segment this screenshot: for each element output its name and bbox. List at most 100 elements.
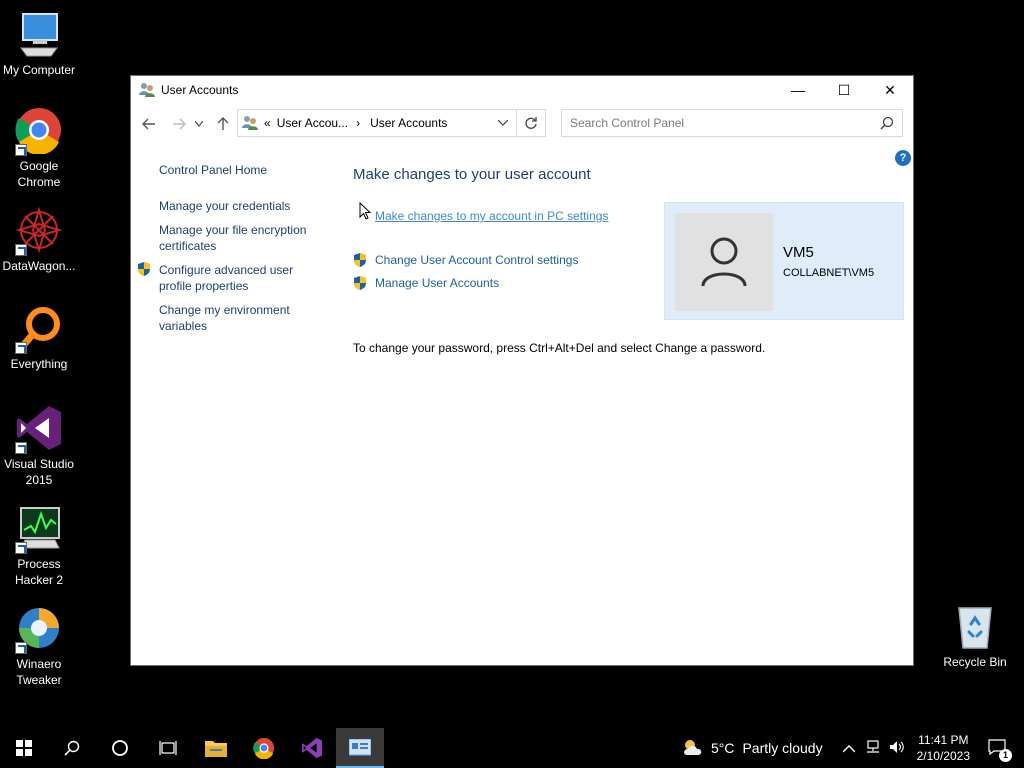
network-icon[interactable] (865, 739, 881, 757)
sidebar-link-environment-variables[interactable]: Change my environment variables (159, 302, 324, 334)
desktop-icon-visual-studio[interactable]: Visual Studio 2015 (0, 404, 78, 488)
window-title: User Accounts (161, 83, 239, 97)
user-account-tile[interactable]: VM5 COLLABNET\VM5 (664, 202, 904, 320)
visual-studio-icon (301, 737, 323, 759)
show-hidden-icons-button[interactable] (842, 740, 856, 756)
breadcrumb-user-accounts-parent[interactable]: User Accou... (277, 116, 348, 130)
maximize-button[interactable]: ☐ (821, 76, 867, 104)
sidebar-link-manage-credentials[interactable]: Manage your credentials (159, 198, 324, 214)
pc-settings-link[interactable]: Make changes to my account in PC setting… (375, 209, 608, 223)
arrow-left-icon (142, 118, 155, 130)
control-panel-icon (242, 114, 258, 133)
desktop-icon-everything[interactable]: Everything (0, 304, 78, 372)
taskbar-google-chrome[interactable] (240, 728, 288, 768)
cortana-button[interactable] (96, 728, 144, 768)
desktop-icon-label: DataWagon... (2, 259, 76, 273)
address-dropdown-button[interactable] (490, 118, 516, 129)
task-view-icon (159, 741, 177, 755)
close-button[interactable]: ✕ (867, 76, 913, 104)
desktop-icon-label: Google Chrome (17, 159, 61, 189)
shortcut-arrow-icon (15, 442, 27, 454)
datawagon-icon (15, 206, 63, 256)
weather-temperature[interactable]: 5°C (711, 740, 735, 756)
visual-studio-icon (15, 404, 63, 454)
desktop-icon-datawagon[interactable]: DataWagon... (0, 206, 78, 274)
recent-locations-button[interactable] (191, 112, 207, 136)
everything-search-icon (15, 304, 63, 354)
cortana-circle-icon (112, 740, 128, 756)
desktop-icon-label: Recycle Bin (943, 655, 1007, 669)
mouse-cursor-icon (359, 201, 372, 223)
search-box[interactable] (561, 109, 903, 137)
breadcrumb-separator[interactable]: › (356, 116, 360, 130)
taskbar-user-accounts[interactable] (336, 728, 384, 768)
shortcut-arrow-icon (15, 244, 27, 256)
process-hacker-icon (15, 504, 63, 554)
system-tray: 5°C Partly cloudy 11:41 PM 2/10/2023 1 (681, 728, 1024, 768)
control-panel-icon (349, 739, 371, 756)
user-accounts-window: User Accounts — ☐ ✕ « User Accou... › Us… (130, 75, 914, 666)
desktop-icon-my-computer[interactable]: My Computer (0, 10, 78, 78)
search-icon (64, 740, 80, 756)
uac-settings-link[interactable]: Change User Account Control settings (375, 253, 578, 267)
arrow-up-icon (217, 117, 229, 130)
computer-icon (15, 10, 63, 58)
desktop-icon-process-hacker[interactable]: Process Hacker 2 (0, 504, 78, 588)
sidebar-link-advanced-profile[interactable]: Configure advanced user profile properti… (159, 262, 324, 294)
user-name: VM5 (783, 244, 814, 261)
breadcrumb-user-accounts[interactable]: User Accounts (370, 116, 447, 130)
shortcut-arrow-icon (15, 342, 27, 354)
chevron-up-icon (842, 745, 856, 753)
weather-icon[interactable] (681, 737, 705, 760)
task-view-button[interactable] (144, 728, 192, 768)
desktop-icon-label: Winaero Tweaker (16, 657, 62, 687)
start-button[interactable] (0, 728, 48, 768)
help-button[interactable]: ? (895, 150, 911, 166)
clock[interactable]: 11:41 PM 2/10/2023 (917, 732, 970, 764)
volume-icon[interactable] (889, 740, 905, 757)
chrome-icon (253, 737, 275, 759)
user-accounts-icon (139, 81, 155, 100)
avatar (675, 213, 773, 311)
refresh-button[interactable] (516, 109, 546, 137)
desktop-icon-winaero-tweaker[interactable]: Winaero Tweaker (0, 604, 78, 688)
windows-logo-icon (16, 740, 32, 756)
notification-count-badge: 1 (999, 748, 1012, 762)
title-bar[interactable]: User Accounts — ☐ ✕ (131, 76, 913, 104)
notification-center-button[interactable]: 1 (988, 738, 1012, 762)
up-button[interactable] (211, 112, 235, 136)
manage-user-accounts-link[interactable]: Manage User Accounts (375, 276, 499, 290)
uac-shield-icon (353, 253, 367, 267)
winaero-tweaker-icon (15, 604, 63, 654)
shortcut-arrow-icon (15, 144, 27, 156)
uac-shield-icon (353, 276, 367, 290)
password-note: To change your password, press Ctrl+Alt+… (353, 341, 766, 355)
desktop-icon-google-chrome[interactable]: Google Chrome (0, 106, 78, 190)
taskbar-file-explorer[interactable] (192, 728, 240, 768)
taskbar-visual-studio[interactable] (288, 728, 336, 768)
weather-condition[interactable]: Partly cloudy (742, 740, 822, 756)
user-domain: COLLABNET\VM5 (783, 267, 875, 279)
sidebar-link-control-panel-home[interactable]: Control Panel Home (159, 162, 324, 178)
minimize-button[interactable]: — (775, 76, 821, 104)
desktop-icon-recycle-bin[interactable]: Recycle Bin (936, 602, 1014, 670)
desktop-icon-label: Everything (10, 357, 68, 371)
chevron-down-icon (497, 119, 509, 126)
chrome-icon (15, 106, 63, 156)
address-bar[interactable]: « User Accou... › User Accounts (237, 109, 517, 137)
search-input[interactable] (570, 116, 870, 130)
folder-icon (205, 741, 227, 757)
shortcut-arrow-icon (15, 542, 27, 554)
search-icon[interactable] (880, 116, 894, 130)
taskbar: 5°C Partly cloudy 11:41 PM 2/10/2023 1 (0, 728, 1024, 768)
taskbar-search-button[interactable] (48, 728, 96, 768)
desktop-icon-label: Visual Studio 2015 (4, 457, 74, 487)
forward-button[interactable] (167, 112, 191, 136)
sidebar-link-file-encryption[interactable]: Manage your file encryption certificates (159, 222, 324, 254)
clock-date: 2/10/2023 (916, 749, 970, 763)
uac-shield-icon (137, 262, 151, 276)
chevron-down-icon (195, 121, 203, 127)
breadcrumb-overflow[interactable]: « (264, 116, 271, 130)
user-silhouette-icon (701, 237, 747, 287)
back-button[interactable] (137, 112, 161, 136)
